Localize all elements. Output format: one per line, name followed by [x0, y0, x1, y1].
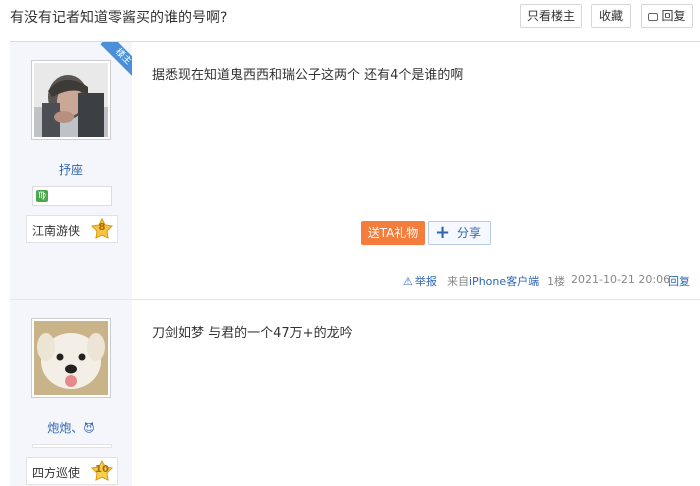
report-label: 举报 — [414, 275, 437, 288]
reply-button-label: 回复 — [661, 9, 686, 23]
rank-badge: 四方巡使 10 — [26, 457, 118, 485]
comment-icon — [648, 13, 659, 21]
level-icon: 8 — [90, 217, 114, 240]
floor-number: 1楼 — [547, 275, 565, 288]
report-link[interactable]: ⚠ 举报 — [403, 273, 437, 289]
post-date: 2021-10-21 20:06 — [571, 273, 671, 286]
username[interactable]: 抒座 — [10, 161, 132, 178]
rank-title: 江南游侠 — [32, 224, 81, 238]
warning-icon: ⚠ — [403, 275, 413, 288]
post-content: 据悉现在知道鬼西西和瑞公子这两个 还有4个是谁的啊 — [152, 68, 464, 83]
avatar[interactable] — [31, 318, 111, 398]
send-gift-button[interactable]: 送TA礼物 — [361, 221, 425, 245]
only-op-button[interactable]: 只看楼主 — [520, 4, 582, 28]
rank-title: 四方巡使 — [32, 466, 81, 480]
rank-badge: 江南游侠 8 — [26, 215, 118, 243]
avatar-image — [34, 63, 108, 137]
post-content: 刀剑如梦 与君的一个47万+的龙吟 — [152, 326, 353, 341]
reply-button[interactable]: 回复 — [641, 4, 693, 28]
post-source: 来自iPhone客户端 — [447, 273, 539, 289]
level-number: 8 — [98, 222, 106, 233]
level-number: 10 — [95, 464, 109, 475]
avatar-image — [34, 321, 108, 395]
virgo-icon: ♍ — [36, 190, 48, 202]
post: 炮炮、😈 四方巡使 10 刀剑如梦 与君的一个47万+的龙吟 — [10, 300, 700, 486]
share-label: 分享 — [457, 226, 482, 240]
medal-bar — [32, 444, 112, 448]
author-sidebar: 炮炮、😈 四方巡使 10 — [10, 300, 132, 486]
source-prefix: 来自 — [447, 275, 469, 288]
thread-header: 有没有记者知道零酱买的谁的号啊? 只看楼主 收藏 回复 — [0, 0, 700, 34]
post-reply-link[interactable]: 回复 — [668, 273, 690, 289]
favorite-button[interactable]: 收藏 — [591, 4, 631, 28]
thread-title: 有没有记者知道零酱买的谁的号啊? — [10, 10, 228, 26]
post: 楼主 抒座 ♍ 江南游侠 8 据悉现在知道鬼西西和瑞公子这两个 还有4个是谁的啊… — [10, 42, 700, 299]
plus-icon: + — [435, 222, 451, 243]
share-button[interactable]: + 分享 — [428, 221, 491, 245]
level-icon: 10 — [90, 459, 114, 482]
username[interactable]: 炮炮、😈 — [10, 419, 132, 436]
avatar[interactable] — [31, 60, 111, 140]
author-sidebar: 楼主 抒座 ♍ 江南游侠 8 — [10, 42, 132, 299]
devil-icon: 😈 — [83, 422, 95, 435]
zodiac-badge: ♍ — [32, 186, 112, 206]
source-device[interactable]: iPhone客户端 — [469, 275, 539, 288]
username-label: 炮炮、 — [47, 421, 84, 435]
